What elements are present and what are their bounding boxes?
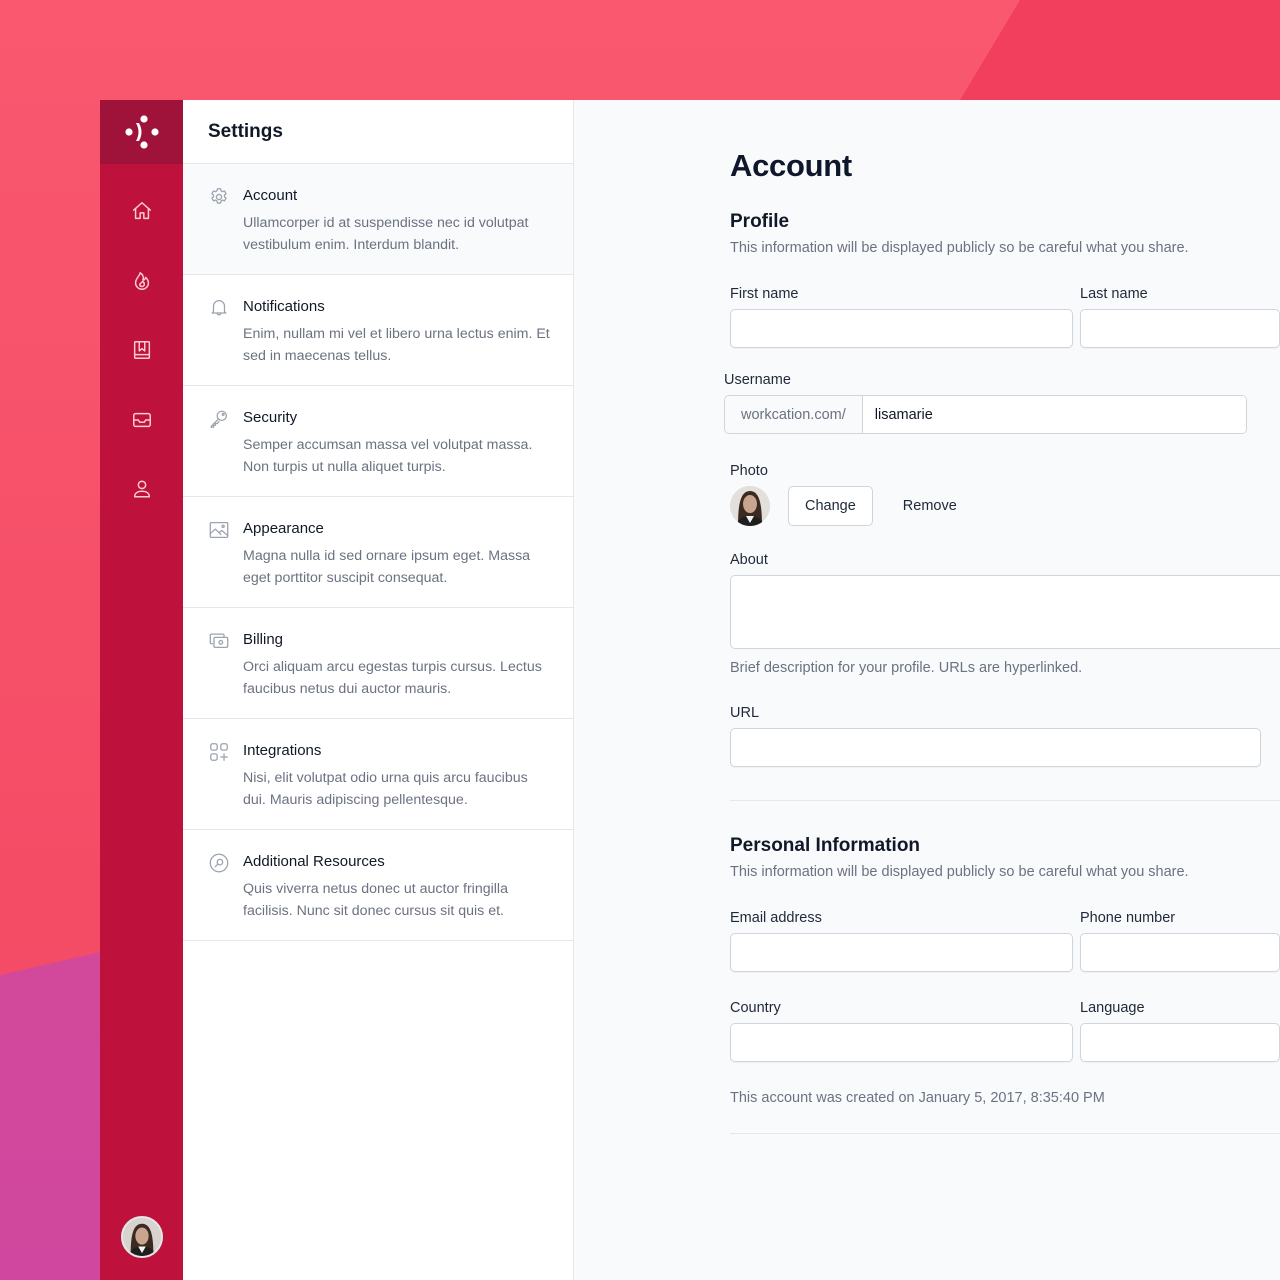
- brand-logo[interactable]: [100, 100, 183, 164]
- settings-item-desc: Magna nulla id sed ornare ipsum eget. Ma…: [243, 548, 531, 586]
- settings-item-desc: Quis viverra netus donec ut auctor fring…: [243, 881, 508, 919]
- settings-item-security[interactable]: Security Semper accumsan massa vel volut…: [183, 386, 573, 497]
- home-icon: [132, 202, 151, 220]
- rail-item-bookmarks[interactable]: [122, 330, 162, 370]
- email-input[interactable]: [730, 933, 1073, 972]
- about-textarea[interactable]: [730, 575, 1280, 649]
- settings-item-desc: Enim, nullam mi vel et libero urna lectu…: [243, 326, 550, 364]
- fire-icon: [134, 271, 149, 290]
- phone-input[interactable]: [1080, 933, 1280, 972]
- settings-title: Settings: [208, 120, 283, 142]
- settings-item-title: Integrations: [243, 742, 322, 759]
- about-help-text: Brief description for your profile. URLs…: [730, 660, 1083, 676]
- url-input[interactable]: [730, 728, 1261, 767]
- username-prefix: workcation.com/: [725, 396, 863, 433]
- settings-item-billing[interactable]: Billing Orci aliquam arcu egestas turpis…: [183, 608, 573, 719]
- app-window: Settings Account Ullamcorper id at suspe…: [100, 100, 1280, 1280]
- last-name-label: Last name: [1080, 286, 1148, 302]
- rail-item-inbox[interactable]: [122, 400, 162, 440]
- profile-subtitle: This information will be displayed publi…: [730, 240, 1189, 256]
- settings-item-desc: Nisi, elit volutpat odio urna quis arcu …: [243, 770, 528, 808]
- cash-icon: [208, 630, 230, 652]
- country-input[interactable]: [730, 1023, 1073, 1062]
- settings-item-title: Account: [243, 187, 298, 204]
- last-name-input[interactable]: [1080, 309, 1280, 348]
- user-avatar[interactable]: [120, 1216, 163, 1258]
- rail-item-trending[interactable]: [122, 261, 162, 301]
- gear-icon: [208, 186, 230, 208]
- image-icon: [208, 519, 230, 541]
- first-name-input[interactable]: [730, 309, 1073, 348]
- contact-row: Email address Phone number: [730, 910, 1280, 972]
- icon-rail: [100, 100, 183, 1280]
- settings-item-title: Billing: [243, 631, 284, 648]
- settings-item-account[interactable]: Account Ullamcorper id at suspendisse ne…: [183, 164, 573, 275]
- user-icon: [133, 480, 150, 498]
- settings-header: Settings: [183, 100, 573, 164]
- name-row: First name Last name: [730, 286, 1280, 348]
- settings-item-notifications[interactable]: Notifications Enim, nullam mi vel et lib…: [183, 275, 573, 386]
- section-divider: [730, 800, 1280, 801]
- bookmark-icon: [133, 341, 150, 359]
- profile-photo: [730, 486, 770, 526]
- profile-section: Profile This information will be display…: [724, 211, 1280, 767]
- bell-icon: [208, 297, 230, 319]
- url-label: URL: [730, 705, 760, 721]
- personal-info-section: Personal Information This information wi…: [730, 835, 1280, 1106]
- account-created-text: This account was created on January 5, 2…: [730, 1090, 1105, 1106]
- settings-item-integrations[interactable]: Integrations Nisi, elit volutpat odio ur…: [183, 719, 573, 830]
- search-circle-icon: [208, 852, 230, 874]
- settings-item-title: Security: [243, 409, 298, 426]
- personal-info-subtitle: This information will be displayed publi…: [730, 864, 1189, 880]
- settings-panel: Settings Account Ullamcorper id at suspe…: [183, 100, 574, 1280]
- key-icon: [208, 408, 230, 430]
- inbox-icon: [132, 412, 151, 427]
- account-main: Account Profile This information will be…: [574, 100, 1280, 1280]
- locale-row: Country Language: [730, 1000, 1280, 1062]
- settings-item-additional-resources[interactable]: Additional Resources Quis viverra netus …: [183, 830, 573, 941]
- settings-item-title: Additional Resources: [243, 853, 385, 870]
- settings-item-desc: Semper accumsan massa vel volutpat massa…: [243, 437, 533, 475]
- brand-logo-icon: [124, 115, 159, 149]
- settings-item-appearance[interactable]: Appearance Magna nulla id sed ornare ips…: [183, 497, 573, 608]
- country-label: Country: [730, 1000, 781, 1016]
- change-photo-button[interactable]: Change: [788, 486, 873, 526]
- language-label: Language: [1080, 1000, 1145, 1016]
- profile-title: Profile: [730, 211, 790, 232]
- about-label: About: [730, 552, 768, 568]
- settings-item-desc: Ullamcorper id at suspendisse nec id vol…: [243, 215, 529, 253]
- rail-item-profile[interactable]: [122, 469, 162, 509]
- language-input[interactable]: [1080, 1023, 1280, 1062]
- avatar-image: [730, 486, 770, 526]
- personal-info-title: Personal Information: [730, 835, 921, 856]
- username-field: workcation.com/: [724, 395, 1247, 434]
- email-label: Email address: [730, 910, 822, 926]
- settings-item-title: Appearance: [243, 520, 324, 537]
- phone-label: Phone number: [1080, 910, 1176, 926]
- page-title: Account: [730, 148, 852, 183]
- settings-item-desc: Orci aliquam arcu egestas turpis cursus.…: [243, 659, 542, 697]
- avatar-image: [122, 1218, 161, 1256]
- section-divider: [730, 1133, 1280, 1134]
- username-input[interactable]: [862, 396, 1246, 433]
- background-shape-bottom: [0, 950, 110, 1280]
- photo-label: Photo: [730, 463, 768, 479]
- apps-add-icon: [208, 741, 230, 763]
- username-label: Username: [724, 372, 791, 388]
- rail-item-home[interactable]: [122, 191, 162, 231]
- settings-item-title: Notifications: [243, 298, 325, 315]
- first-name-label: First name: [730, 286, 799, 302]
- remove-photo-button[interactable]: Remove: [887, 486, 973, 526]
